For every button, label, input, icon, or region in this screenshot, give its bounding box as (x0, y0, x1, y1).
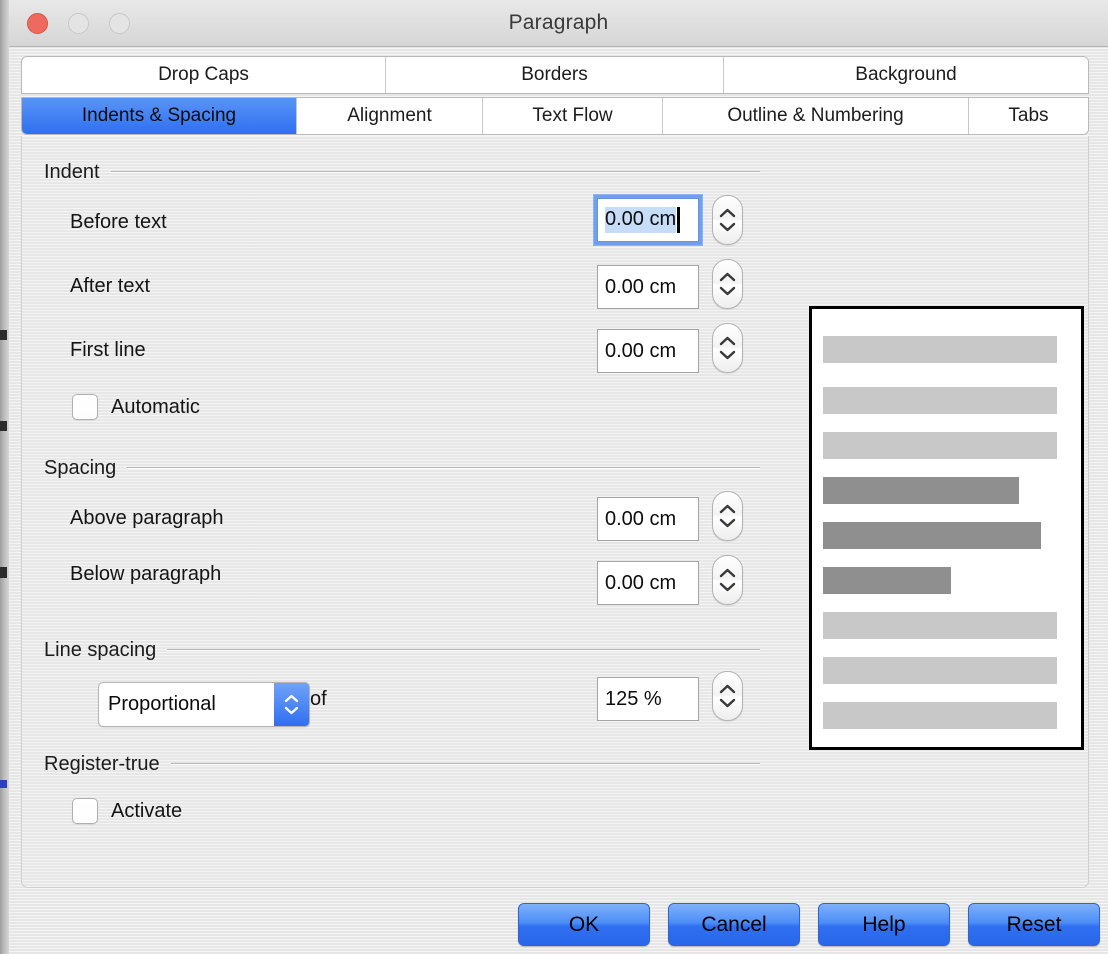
after-text-input[interactable]: 0.00 cm (597, 265, 699, 309)
label-after-text: After text (70, 275, 151, 297)
group-divider (110, 171, 760, 173)
before-text-stepper[interactable] (712, 195, 743, 245)
label-below-paragraph: Below paragraph (70, 563, 222, 585)
line-spacing-select[interactable]: Proportional (98, 682, 310, 727)
background-window-mark (0, 567, 7, 578)
automatic-checkbox[interactable] (72, 394, 98, 420)
group-label-indent: Indent (44, 160, 100, 183)
above-paragraph-value: 0.00 cm (605, 507, 677, 530)
before-text-value: 0.00 cm (605, 207, 677, 233)
line-spacing-selected-value: Proportional (108, 693, 216, 715)
chevron-down-icon (719, 582, 736, 592)
tab-drop-caps[interactable]: Drop Caps (22, 57, 386, 93)
chevron-down-icon (284, 706, 299, 715)
activate-label: Activate (111, 799, 183, 822)
first-line-stepper[interactable] (712, 323, 743, 373)
tab-row-bottom: Indents & Spacing Alignment Text Flow Ou… (21, 97, 1089, 135)
below-paragraph-value: 0.00 cm (605, 571, 677, 594)
chevron-down-icon (719, 518, 736, 528)
tab-background[interactable]: Background (724, 57, 1088, 93)
label-above-paragraph: Above paragraph (70, 507, 224, 529)
window-title: Paragraph (508, 11, 609, 34)
group-header-line-spacing: Line spacing (44, 638, 760, 662)
activate-checkbox-row[interactable]: Activate (72, 798, 182, 824)
label-before-text: Before text (70, 211, 167, 233)
chevron-up-icon (284, 694, 299, 703)
line-spacing-amount-stepper[interactable] (712, 671, 743, 721)
first-line-value: 0.00 cm (605, 339, 677, 362)
tab-tabs[interactable]: Tabs (969, 98, 1088, 134)
above-paragraph-stepper[interactable] (712, 491, 743, 541)
above-paragraph-input[interactable]: 0.00 cm (597, 497, 699, 541)
background-window-mark (0, 330, 7, 340)
group-divider (170, 763, 760, 765)
automatic-checkbox-row[interactable]: Automatic (72, 394, 200, 420)
after-text-value: 0.00 cm (605, 275, 677, 298)
tab-outline-and-numbering[interactable]: Outline & Numbering (663, 98, 969, 134)
dialog-content-panel: Indent Before text 0.00 cm After text 0.… (21, 136, 1089, 888)
after-text-stepper[interactable] (712, 259, 743, 309)
chevron-up-icon (719, 208, 736, 218)
label-first-line: First line (70, 339, 146, 361)
below-paragraph-input[interactable]: 0.00 cm (597, 561, 699, 605)
group-divider (167, 649, 760, 651)
preview-text-line (823, 522, 1041, 549)
before-text-input[interactable]: 0.00 cm (594, 195, 702, 245)
chevron-up-icon (719, 504, 736, 514)
text-caret (677, 207, 681, 233)
below-paragraph-stepper[interactable] (712, 555, 743, 605)
chevron-up-icon (719, 684, 736, 694)
chevron-up-icon (719, 272, 736, 282)
tab-text-flow[interactable]: Text Flow (483, 98, 663, 134)
background-window-mark (0, 421, 7, 431)
line-spacing-amount-input[interactable]: 125 % (597, 677, 699, 721)
ok-button[interactable]: OK (518, 903, 650, 946)
help-button[interactable]: Help (818, 903, 950, 946)
label-of: of (310, 688, 327, 710)
preview-text-line (823, 477, 1019, 504)
titlebar: Paragraph (9, 0, 1108, 47)
chevron-down-icon (719, 222, 736, 232)
activate-checkbox[interactable] (72, 798, 98, 824)
tab-indents-and-spacing[interactable]: Indents & Spacing (22, 98, 297, 134)
group-header-indent: Indent (44, 160, 760, 184)
preview-text-line (823, 657, 1057, 684)
desktop-edge-strip (0, 0, 9, 954)
group-divider (127, 467, 760, 469)
paragraph-preview (809, 306, 1084, 750)
preview-text-line (823, 567, 951, 594)
select-stepper-arrows[interactable] (274, 683, 309, 726)
group-label-register-true: Register-true (44, 752, 160, 775)
paragraph-dialog-window: Paragraph Drop Caps Borders Background I… (0, 0, 1108, 954)
chevron-down-icon (719, 286, 736, 296)
line-spacing-amount-value: 125 % (605, 687, 662, 710)
chevron-down-icon (719, 350, 736, 360)
first-line-input[interactable]: 0.00 cm (597, 329, 699, 373)
group-header-spacing: Spacing (44, 456, 760, 480)
tab-row-top: Drop Caps Borders Background (21, 56, 1089, 94)
preview-text-line (823, 336, 1057, 363)
group-label-line-spacing: Line spacing (44, 638, 157, 661)
reset-button[interactable]: Reset (968, 903, 1100, 946)
preview-text-line (823, 432, 1057, 459)
background-window-mark (0, 780, 7, 788)
automatic-label: Automatic (111, 395, 200, 418)
group-label-spacing: Spacing (44, 456, 117, 479)
preview-text-line (823, 387, 1057, 414)
cancel-button[interactable]: Cancel (668, 903, 800, 946)
tab-alignment[interactable]: Alignment (297, 98, 483, 134)
group-header-register-true: Register-true (44, 752, 760, 776)
preview-text-line (823, 702, 1057, 729)
chevron-up-icon (719, 568, 736, 578)
tab-borders[interactable]: Borders (386, 57, 724, 93)
chevron-down-icon (719, 698, 736, 708)
chevron-up-icon (719, 336, 736, 346)
preview-text-line (823, 612, 1057, 639)
